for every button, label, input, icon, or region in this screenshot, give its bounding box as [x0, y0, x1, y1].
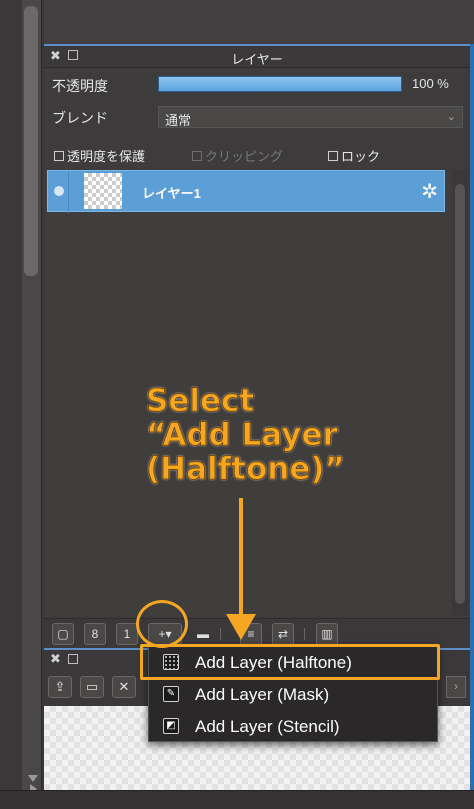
- app-window: ✖ レイヤー 不透明度 100 % ブレンド 通常 ⌄ 透明度を保護 クリッピン…: [0, 0, 474, 809]
- opacity-slider[interactable]: [158, 76, 402, 92]
- layer-panel: ✖ レイヤー 不透明度 100 % ブレンド 通常 ⌄ 透明度を保護 クリッピン…: [44, 44, 470, 648]
- popout-icon[interactable]: [68, 654, 78, 664]
- mask-layer-icon: ✎: [163, 686, 179, 702]
- layer-row[interactable]: レイヤー1 ✲: [47, 170, 445, 213]
- divider: [68, 171, 69, 213]
- scroll-down-arrow-icon[interactable]: [28, 775, 38, 782]
- protect-alpha-checkbox[interactable]: 透明度を保護: [54, 146, 145, 165]
- close-icon[interactable]: ✖: [50, 651, 61, 667]
- down-arrow-icon: [226, 614, 256, 640]
- new-1bit-layer-icon[interactable]: 1: [116, 623, 138, 645]
- blend-mode-value: 通常: [165, 113, 192, 128]
- clipping-checkbox: クリッピング: [192, 146, 283, 165]
- panel-title: レイヤー: [231, 52, 283, 67]
- annotation-line: “Add Layer: [146, 417, 339, 453]
- folder-icon[interactable]: ▬: [192, 623, 214, 645]
- visibility-icon[interactable]: [54, 186, 64, 196]
- delete-icon[interactable]: ✕: [112, 676, 136, 698]
- menu-item-add-stencil[interactable]: ◩ Add Layer (Stencil): [149, 711, 437, 742]
- highlight-callout-box: [140, 644, 440, 680]
- lock-label: ロック: [341, 149, 381, 164]
- panel-menu-icon[interactable]: ›: [446, 676, 466, 698]
- upload-icon[interactable]: ⇪: [48, 676, 72, 698]
- checkbox-box: [328, 150, 338, 161]
- menu-item-label: Add Layer (Mask): [195, 685, 330, 704]
- protect-alpha-label: 透明度を保護: [67, 149, 146, 164]
- clipping-label: クリッピング: [205, 149, 284, 164]
- transfer-layer-icon[interactable]: ⇄: [272, 623, 294, 645]
- status-bar: [0, 790, 474, 809]
- new-layer-icon[interactable]: ▢: [52, 623, 74, 645]
- divider: [304, 628, 305, 640]
- layer-thumbnail: [84, 173, 122, 209]
- layer-name: レイヤー1: [142, 186, 201, 201]
- gear-icon[interactable]: ✲: [421, 179, 438, 204]
- opacity-value: 100 %: [412, 76, 449, 91]
- folder-open-icon[interactable]: ▭: [80, 676, 104, 698]
- checkbox-box: [54, 150, 64, 161]
- divider: [220, 628, 221, 640]
- layer-list-scrollbar-thumb[interactable]: [455, 184, 465, 604]
- chevron-down-icon: ⌄: [446, 111, 456, 123]
- new-8bit-layer-icon[interactable]: 8: [84, 623, 106, 645]
- menu-item-add-mask[interactable]: ✎ Add Layer (Mask): [149, 679, 437, 710]
- upper-panel-area: [44, 0, 474, 44]
- annotation-line: Select: [146, 383, 255, 419]
- blend-label: ブレンド: [52, 110, 108, 126]
- annotation-text: Select “Add Layer (Halftone)”: [146, 383, 376, 487]
- lock-checkbox[interactable]: ロック: [328, 146, 380, 165]
- menu-item-label: Add Layer (Stencil): [195, 717, 340, 736]
- panel-edge: [470, 44, 474, 790]
- annotation-arrow-shaft: [239, 498, 243, 618]
- layer-panel-header: ✖ レイヤー: [44, 46, 470, 68]
- circle-callout: [136, 600, 188, 648]
- opacity-label: 不透明度: [52, 78, 108, 94]
- left-scrollbar-thumb[interactable]: [24, 6, 38, 276]
- blend-mode-select[interactable]: 通常 ⌄: [158, 106, 463, 128]
- stencil-layer-icon: ◩: [163, 718, 179, 734]
- checkbox-box: [192, 150, 202, 161]
- annotation-line: (Halftone)”: [146, 451, 346, 487]
- trash-icon[interactable]: ▥: [316, 623, 338, 645]
